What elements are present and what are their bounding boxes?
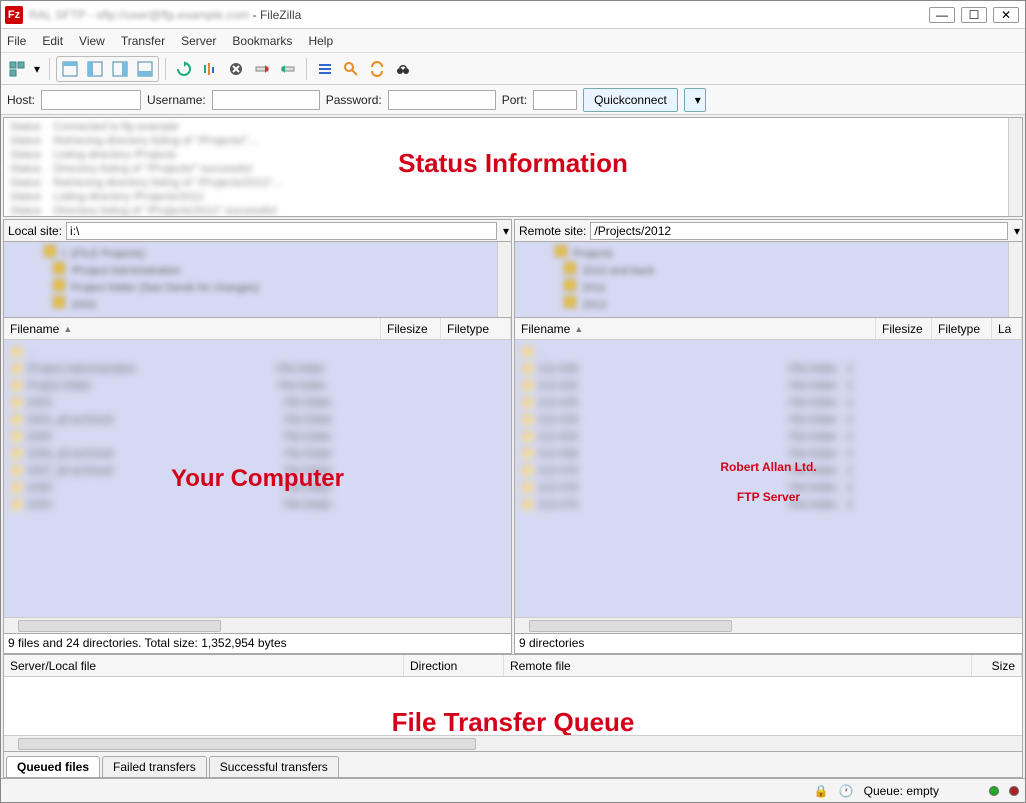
local-tree-scrollbar[interactable] xyxy=(497,242,511,317)
app-logo-icon: Fz xyxy=(5,6,23,24)
queue-tabs: Queued files Failed transfers Successful… xyxy=(4,751,1022,777)
username-label: Username: xyxy=(147,93,206,107)
menu-view[interactable]: View xyxy=(79,34,105,48)
site-manager-button[interactable] xyxy=(5,57,29,81)
queue-col-serverlocal[interactable]: Server/Local file xyxy=(4,655,404,676)
local-summary: 9 files and 24 directories. Total size: … xyxy=(4,633,511,653)
tab-failed-transfers[interactable]: Failed transfers xyxy=(102,756,207,777)
title-bar: Fz RAL SFTP - sftp://user@ftp.example.co… xyxy=(1,1,1025,29)
status-bar: 🔒 🕐 Queue: empty xyxy=(1,778,1025,802)
window-title: RAL SFTP - sftp://user@ftp.example.com -… xyxy=(29,8,929,22)
host-label: Host: xyxy=(7,93,35,107)
queue-body[interactable]: File Transfer Queue xyxy=(4,677,1022,735)
queue-header: Server/Local file Direction Remote file … xyxy=(4,655,1022,677)
local-col-filetype[interactable]: Filetype xyxy=(441,318,511,339)
quickconnect-button[interactable]: Quickconnect xyxy=(583,88,678,112)
filter-button[interactable] xyxy=(313,57,337,81)
queue-process-button[interactable] xyxy=(198,57,222,81)
menu-server[interactable]: Server xyxy=(181,34,216,48)
remote-summary: 9 directories xyxy=(515,633,1022,653)
quickconnect-history-dropdown[interactable]: ▾ xyxy=(684,88,706,112)
local-list-header: Filename▲ Filesize Filetype xyxy=(4,318,511,340)
queue-hscrollbar[interactable] xyxy=(4,735,1022,751)
find-button[interactable] xyxy=(391,57,415,81)
tab-successful-transfers[interactable]: Successful transfers xyxy=(209,756,339,777)
remote-path-dropdown[interactable]: ▾ xyxy=(1014,224,1020,238)
clock-icon: 🕐 xyxy=(839,784,854,798)
password-label: Password: xyxy=(326,93,382,107)
password-input[interactable] xyxy=(388,90,496,110)
quickconnect-bar: Host: Username: Password: Port: Quickcon… xyxy=(1,85,1025,115)
remote-list-header: Filename▲ Filesize Filetype La xyxy=(515,318,1022,340)
title-connection-blur: RAL SFTP - sftp://user@ftp.example.com xyxy=(29,8,249,22)
remote-col-filetype[interactable]: Filetype xyxy=(932,318,992,339)
local-path-input[interactable] xyxy=(66,222,497,240)
local-pane: Local site: ▾ I: (FILE Projects) !Projec… xyxy=(3,219,512,654)
menu-transfer[interactable]: Transfer xyxy=(121,34,165,48)
remote-tree-scrollbar[interactable] xyxy=(1008,242,1022,317)
local-path-dropdown[interactable]: ▾ xyxy=(503,224,509,238)
remote-hscrollbar[interactable] xyxy=(515,617,1022,633)
remote-file-list[interactable]: 📁 .. 📁 212-008 File folder 2 📁 212-025 xyxy=(515,340,1022,617)
local-file-list[interactable]: 📁 ..📁 !Project Administration File folde… xyxy=(4,340,511,617)
remote-col-filesize[interactable]: Filesize xyxy=(876,318,932,339)
maximize-button[interactable]: ☐ xyxy=(961,7,987,23)
local-col-filename[interactable]: Filename▲ xyxy=(4,318,381,339)
activity-led-upload xyxy=(1009,786,1019,796)
remote-col-filename[interactable]: Filename▲ xyxy=(515,318,876,339)
title-appname: FileZilla xyxy=(260,8,301,22)
split-panes: Local site: ▾ I: (FILE Projects) !Projec… xyxy=(1,219,1025,654)
reconnect-button[interactable] xyxy=(276,57,300,81)
annotation-queue: File Transfer Queue xyxy=(4,707,1022,738)
toggle-remote-tree-button[interactable] xyxy=(108,57,132,81)
menu-edit[interactable]: Edit xyxy=(42,34,63,48)
close-button[interactable]: ✕ xyxy=(993,7,1019,23)
local-tree[interactable]: I: (FILE Projects) !Project Administrati… xyxy=(4,242,511,318)
lock-icon: 🔒 xyxy=(814,784,829,798)
toolbar: ▾ xyxy=(1,53,1025,85)
disconnect-button[interactable] xyxy=(250,57,274,81)
menu-bookmarks[interactable]: Bookmarks xyxy=(232,34,292,48)
app-window: Fz RAL SFTP - sftp://user@ftp.example.co… xyxy=(0,0,1026,803)
remote-path-input[interactable] xyxy=(590,222,1008,240)
remote-col-lastmod[interactable]: La xyxy=(992,318,1022,339)
host-input[interactable] xyxy=(41,90,141,110)
cancel-button[interactable] xyxy=(224,57,248,81)
toggle-log-button[interactable] xyxy=(58,57,82,81)
site-manager-dropdown[interactable]: ▾ xyxy=(31,57,43,81)
activity-led-download xyxy=(989,786,999,796)
port-label: Port: xyxy=(502,93,527,107)
toggle-queue-button[interactable] xyxy=(133,57,157,81)
transfer-queue: Server/Local file Direction Remote file … xyxy=(3,654,1023,778)
refresh-button[interactable] xyxy=(172,57,196,81)
queue-status-text: Queue: empty xyxy=(864,784,939,798)
menu-bar: File Edit View Transfer Server Bookmarks… xyxy=(1,29,1025,53)
title-separator: - xyxy=(253,8,260,22)
local-col-filesize[interactable]: Filesize xyxy=(381,318,441,339)
message-log[interactable]: Status Connected to ftp.example Status R… xyxy=(3,117,1023,217)
queue-col-size[interactable]: Size xyxy=(972,655,1022,676)
sync-browse-button[interactable] xyxy=(365,57,389,81)
queue-col-direction[interactable]: Direction xyxy=(404,655,504,676)
menu-file[interactable]: File xyxy=(7,34,26,48)
directory-compare-button[interactable] xyxy=(339,57,363,81)
tab-queued-files[interactable]: Queued files xyxy=(6,756,100,777)
remote-tree[interactable]: Projects 2010 and back 2011 2012 xyxy=(515,242,1022,318)
log-scrollbar[interactable] xyxy=(1008,118,1022,216)
local-site-label: Local site: xyxy=(4,224,66,238)
local-hscrollbar[interactable] xyxy=(4,617,511,633)
minimize-button[interactable]: — xyxy=(929,7,955,23)
port-input[interactable] xyxy=(533,90,577,110)
queue-col-remotefile[interactable]: Remote file xyxy=(504,655,972,676)
menu-help[interactable]: Help xyxy=(308,34,333,48)
remote-site-label: Remote site: xyxy=(515,224,590,238)
username-input[interactable] xyxy=(212,90,320,110)
log-text-blur: Status Connected to ftp.example Status R… xyxy=(4,118,1022,217)
toggle-local-tree-button[interactable] xyxy=(83,57,107,81)
remote-pane: Remote site: ▾ Projects 2010 and back 20… xyxy=(514,219,1023,654)
